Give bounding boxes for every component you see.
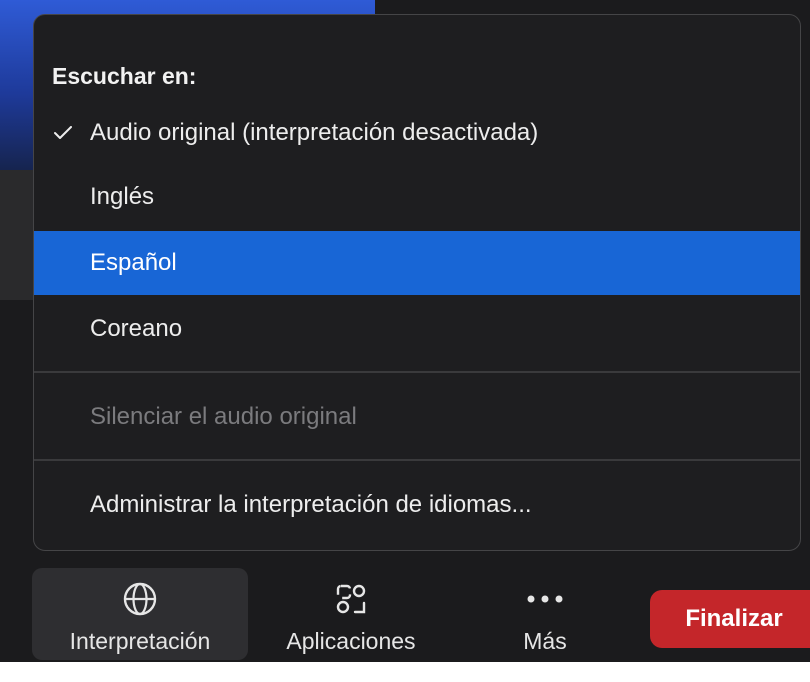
tool-label: Aplicaciones bbox=[286, 628, 416, 654]
interpretation-button[interactable]: Interpretación bbox=[32, 568, 248, 660]
menu-item-label: Inglés bbox=[90, 183, 155, 210]
tool-label: Interpretación bbox=[69, 628, 211, 654]
more-button[interactable]: Más bbox=[480, 568, 610, 660]
menu-item-mute-original: Silenciar el audio original bbox=[34, 385, 800, 449]
apps-button[interactable]: Aplicaciones bbox=[262, 568, 440, 660]
menu-item-original-audio[interactable]: Audio original (interpretación desactiva… bbox=[34, 101, 800, 165]
more-icon bbox=[525, 574, 565, 624]
globe-icon bbox=[122, 574, 158, 624]
menu-item-english[interactable]: Inglés bbox=[34, 165, 800, 229]
interpretation-menu: Escuchar en: Audio original (interpretac… bbox=[33, 14, 801, 551]
tool-label: Más bbox=[523, 628, 567, 654]
menu-item-label: Administrar la interpretación de idiomas… bbox=[90, 491, 532, 518]
end-meeting-button[interactable]: Finalizar bbox=[650, 590, 810, 648]
menu-item-label: Silenciar el audio original bbox=[90, 403, 357, 430]
menu-divider bbox=[34, 459, 800, 461]
menu-item-spanish[interactable]: Español bbox=[34, 231, 800, 295]
menu-item-label: Audio original (interpretación desactiva… bbox=[90, 119, 539, 146]
menu-divider bbox=[34, 371, 800, 373]
apps-icon bbox=[333, 574, 369, 624]
menu-item-korean[interactable]: Coreano bbox=[34, 297, 800, 361]
checkmark-icon bbox=[54, 101, 72, 165]
menu-header: Escuchar en: bbox=[52, 63, 197, 89]
meeting-toolbar: Interpretación Aplicaciones Más Finaliza… bbox=[0, 560, 810, 662]
menu-item-label: Coreano bbox=[90, 315, 183, 342]
menu-item-manage-interpretation[interactable]: Administrar la interpretación de idiomas… bbox=[34, 473, 800, 537]
menu-item-label: Español bbox=[90, 249, 177, 276]
meeting-window: Escuchar en: Audio original (interpretac… bbox=[0, 0, 810, 662]
